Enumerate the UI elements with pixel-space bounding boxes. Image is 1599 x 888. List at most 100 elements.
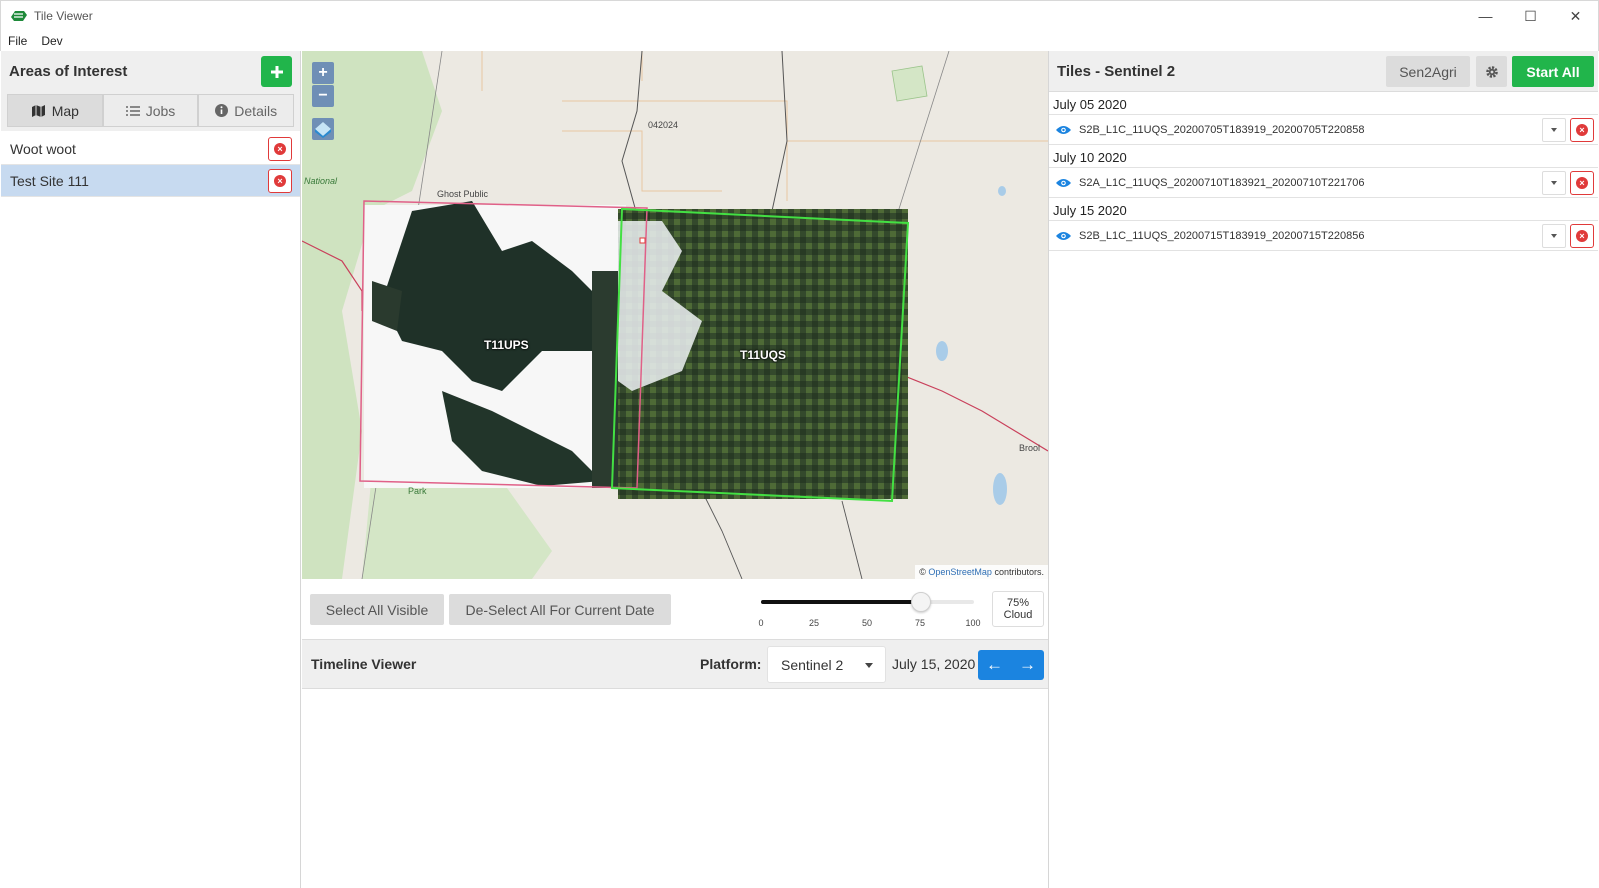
map-area-label: 042024 [648,120,679,130]
map-attribution: © OpenStreetMap contributors. [915,565,1048,579]
tab-jobs[interactable]: Jobs [102,94,199,127]
select-all-visible-button[interactable]: Select All Visible [310,594,444,625]
chevron-down-icon [1551,181,1557,185]
menu-dev[interactable]: Dev [34,34,69,48]
aoi-list-item[interactable]: Woot woot × [1,133,300,165]
tiles-title: Tiles - Sentinel 2 [1057,62,1176,80]
tile-name: S2A_L1C_11UQS_20200710T183921_20200710T2… [1079,176,1365,189]
slider-tick: 50 [861,618,873,628]
sen2agri-button[interactable]: Sen2Agri [1386,56,1470,87]
delete-tile-button[interactable]: × [1570,171,1594,195]
aoi-list-item[interactable]: Test Site 111 × [1,165,300,197]
zoom-out-icon: − [318,87,328,104]
info-icon [215,104,229,117]
slider-tick: 0 [758,618,764,628]
map-place-label: Park [408,486,427,496]
platform-select[interactable]: Sentinel 2 [767,646,886,683]
slider-tick: 75 [914,618,926,628]
tile-name: S2B_L1C_11UQS_20200715T183919_20200715T2… [1079,229,1365,242]
delete-icon: × [274,175,286,187]
settings-button[interactable] [1476,56,1507,87]
chevron-down-icon [1551,128,1557,132]
minimize-button[interactable]: — [1463,1,1508,31]
map-base-layer [302,51,1048,579]
layers-icon[interactable] [312,118,334,140]
tile-dropdown-button[interactable] [1542,118,1566,142]
menu-bar: File Dev [0,30,1599,51]
aoi-list: Woot woot × Test Site 111 × [1,133,300,197]
delete-tile-button[interactable]: × [1570,118,1594,142]
tile-group: July 10 2020 S2A_L1C_11UQS_20200710T1839… [1049,145,1598,198]
eye-icon[interactable] [1056,125,1071,135]
zoom-in-button[interactable]: + [312,62,334,84]
aoi-item-name: Woot woot [10,140,76,157]
tab-map-label: Map [51,102,79,119]
close-icon: ✕ [1569,7,1582,24]
arrow-left-icon: ← [986,655,1003,674]
tab-details-label: Details [234,102,278,119]
tab-jobs-label: Jobs [145,102,176,119]
selection-controls: Select All Visible De-Select All For Cur… [302,579,1048,639]
cloud-slider[interactable]: 0 25 50 75 100 [751,591,981,631]
tile-label[interactable]: T11UPS [484,338,529,352]
maximize-button[interactable]: ☐ [1508,1,1553,31]
chevron-down-icon [1551,234,1557,238]
delete-aoi-button[interactable]: × [268,169,292,193]
osm-link[interactable]: OpenStreetMap [928,567,992,577]
tile-label[interactable]: T11UQS [740,348,786,362]
tab-details[interactable]: Details [198,94,295,127]
timeline-title: Timeline Viewer [311,656,417,672]
eye-icon[interactable] [1056,178,1071,188]
add-aoi-button[interactable] [261,56,292,87]
tile-group: July 15 2020 S2B_L1C_11UQS_20200715T1839… [1049,198,1598,251]
platform-value: Sentinel 2 [781,656,844,673]
cloud-readout: 75% Cloud [992,591,1044,627]
slider-tick: 100 [965,618,981,628]
slider-thumb[interactable] [910,592,931,612]
map-place-label: National [304,176,338,186]
attribution-prefix: © [919,567,926,577]
tile-row[interactable]: S2B_L1C_11UQS_20200715T183919_20200715T2… [1049,220,1598,251]
delete-icon: × [1576,124,1588,136]
attribution-suffix: contributors. [994,567,1044,577]
zoom-out-button[interactable]: − [312,85,334,107]
timeline-date: July 15, 2020 [892,656,976,672]
tile-dropdown-button[interactable] [1542,171,1566,195]
aoi-tabs: Map Jobs Details [1,91,300,131]
deselect-all-button[interactable]: De-Select All For Current Date [449,594,671,625]
tile-group-date: July 10 2020 [1053,150,1127,165]
previous-date-button[interactable]: ← [978,650,1011,680]
tile-row[interactable]: S2A_L1C_11UQS_20200710T183921_20200710T2… [1049,167,1598,198]
tiles-header: Tiles - Sentinel 2 Sen2Agri Start All [1049,51,1598,92]
timeline-body [302,689,1048,888]
next-date-button[interactable]: → [1011,650,1044,680]
zoom-controls: + − [312,62,334,143]
menu-file[interactable]: File [1,34,34,48]
plus-icon [270,65,283,78]
tiles-panel: Tiles - Sentinel 2 Sen2Agri Start All Ju… [1048,51,1598,888]
maximize-icon: ☐ [1524,7,1537,24]
close-window-button[interactable]: ✕ [1553,1,1598,31]
eye-icon[interactable] [1056,231,1071,241]
start-all-button[interactable]: Start All [1512,56,1594,87]
delete-icon: × [1576,177,1588,189]
title-bar: Tile Viewer — ☐ ✕ [0,0,1599,30]
delete-aoi-button[interactable]: × [268,137,292,161]
map-icon [31,104,45,117]
zoom-in-icon: + [318,64,328,81]
window-title: Tile Viewer [34,8,93,23]
map-place-label: Ghost Public [437,189,489,199]
map-place-label: Brool [1019,443,1041,453]
aoi-title: Areas of Interest [9,62,128,80]
list-icon [125,105,140,116]
tile-name: S2B_L1C_11UQS_20200705T183919_20200705T2… [1079,123,1365,136]
tab-map[interactable]: Map [7,94,103,127]
gear-icon [1485,65,1498,78]
delete-tile-button[interactable]: × [1570,224,1594,248]
tile-dropdown-button[interactable] [1542,224,1566,248]
tile-row[interactable]: S2B_L1C_11UQS_20200705T183919_20200705T2… [1049,114,1598,145]
slider-tick: 25 [808,618,820,628]
arrow-right-icon: → [1019,655,1036,674]
map-view[interactable]: 042024 Ghost Public National Park Brool … [302,51,1048,579]
timeline-toolbar: Timeline Viewer Platform: Sentinel 2 Jul… [302,639,1048,689]
